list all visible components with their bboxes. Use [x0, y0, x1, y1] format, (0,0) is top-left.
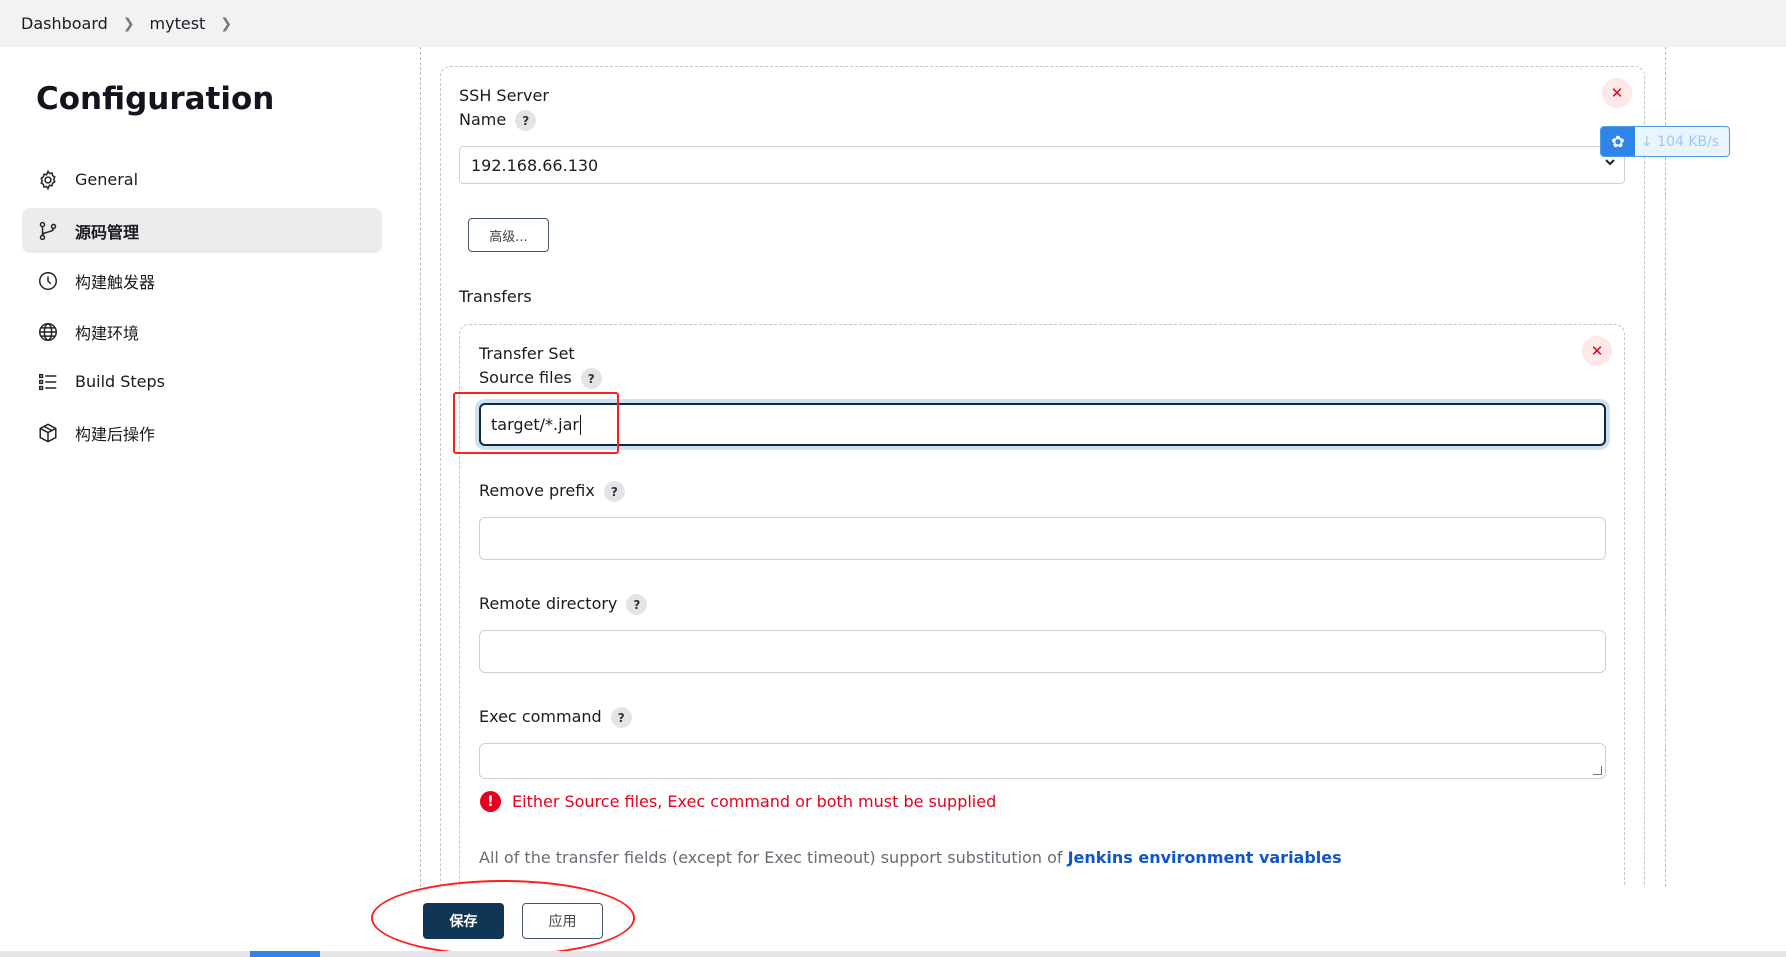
- ssh-server-select-value: 192.168.66.130: [471, 155, 599, 175]
- close-icon[interactable]: ✕: [1602, 78, 1632, 108]
- source-files-value: target/*.jar: [491, 415, 579, 434]
- text-caret: [579, 414, 581, 435]
- error-icon: !: [480, 791, 501, 812]
- source-files-label: Source files?: [479, 368, 602, 389]
- sidebar-item-build-env[interactable]: 构建环境: [22, 309, 382, 354]
- breadcrumb-mytest[interactable]: mytest: [150, 14, 206, 33]
- help-icon[interactable]: ?: [626, 594, 648, 615]
- sidebar-item-scm[interactable]: 源码管理: [22, 208, 382, 253]
- download-speed-widget[interactable]: ✿ ↓ 104 KB/s: [1600, 126, 1730, 157]
- sidebar-item-post-build[interactable]: 构建后操作: [22, 410, 382, 455]
- list-icon: [36, 370, 60, 394]
- exec-command-textarea[interactable]: [479, 743, 1606, 779]
- sidebar-item-triggers[interactable]: 构建触发器: [22, 258, 382, 303]
- ssh-server-select[interactable]: 192.168.66.130: [459, 146, 1625, 184]
- breadcrumb: Dashboard ❯ mytest ❯: [0, 0, 1786, 47]
- transfer-info-text: All of the transfer fields (except for E…: [479, 848, 1068, 867]
- gear-icon: [36, 168, 60, 192]
- close-icon[interactable]: ✕: [1582, 336, 1612, 366]
- branch-icon: [36, 219, 60, 243]
- package-icon: [36, 421, 60, 445]
- help-icon[interactable]: ?: [610, 707, 632, 728]
- page-title: Configuration: [36, 81, 275, 117]
- ssh-server-title: SSH Server: [459, 86, 549, 105]
- sidebar-item-label: General: [75, 170, 139, 189]
- save-button[interactable]: 保存: [423, 903, 504, 939]
- breadcrumb-dashboard[interactable]: Dashboard: [21, 14, 108, 33]
- sidebar-item-label: 构建触发器: [75, 272, 156, 292]
- sidebar-item-label: Build Steps: [75, 372, 166, 391]
- sidebar-item-build-steps[interactable]: Build Steps: [22, 359, 382, 404]
- source-files-input[interactable]: target/*.jar: [479, 403, 1606, 446]
- exec-command-label: Exec command?: [479, 707, 632, 728]
- transfers-title: Transfers: [459, 287, 532, 306]
- help-icon[interactable]: ?: [580, 368, 602, 389]
- clock-icon: [36, 269, 60, 293]
- exec-command-label-text: Exec command: [479, 707, 602, 726]
- resize-handle-icon[interactable]: [1593, 766, 1602, 775]
- cloud-logo-icon: ✿: [1601, 127, 1635, 156]
- ssh-name-label-text: Name: [459, 110, 507, 129]
- advanced-button[interactable]: 高级...: [468, 218, 549, 252]
- transfer-set-title: Transfer Set: [479, 344, 575, 363]
- chevron-down-icon: [1604, 156, 1616, 172]
- sidebar-item-label: 构建后操作: [75, 424, 156, 444]
- remote-directory-label: Remote directory?: [479, 594, 648, 615]
- apply-button[interactable]: 应用: [522, 903, 603, 939]
- remote-directory-label-text: Remote directory: [479, 594, 618, 613]
- ssh-name-label: Name?: [459, 110, 537, 131]
- sidebar-item-general[interactable]: General: [22, 157, 382, 202]
- validation-error: ! Either Source files, Exec command or b…: [480, 791, 996, 812]
- help-icon[interactable]: ?: [515, 110, 537, 131]
- globe-icon: [36, 320, 60, 344]
- source-files-label-text: Source files: [479, 368, 572, 387]
- remove-prefix-label-text: Remove prefix: [479, 481, 595, 500]
- scrollbar-thumb[interactable]: [250, 951, 320, 957]
- chevron-right-icon[interactable]: ❯: [220, 16, 232, 32]
- sidebar-item-label: 源码管理: [75, 222, 140, 242]
- download-speed-text: ↓ 104 KB/s: [1641, 133, 1720, 150]
- sidebar-item-label: 构建环境: [75, 323, 140, 343]
- validation-error-text: Either Source files, Exec command or bot…: [512, 792, 997, 811]
- transfer-info: All of the transfer fields (except for E…: [479, 848, 1342, 867]
- remove-prefix-input[interactable]: [479, 517, 1606, 560]
- help-icon[interactable]: ?: [603, 481, 625, 502]
- remove-prefix-label: Remove prefix?: [479, 481, 625, 502]
- sidebar: Configuration General 源码管理 构建触发器 构建环境 Bu…: [0, 47, 400, 957]
- env-vars-link[interactable]: Jenkins environment variables: [1068, 848, 1342, 867]
- remote-directory-input[interactable]: [479, 630, 1606, 673]
- chevron-right-icon[interactable]: ❯: [123, 16, 135, 32]
